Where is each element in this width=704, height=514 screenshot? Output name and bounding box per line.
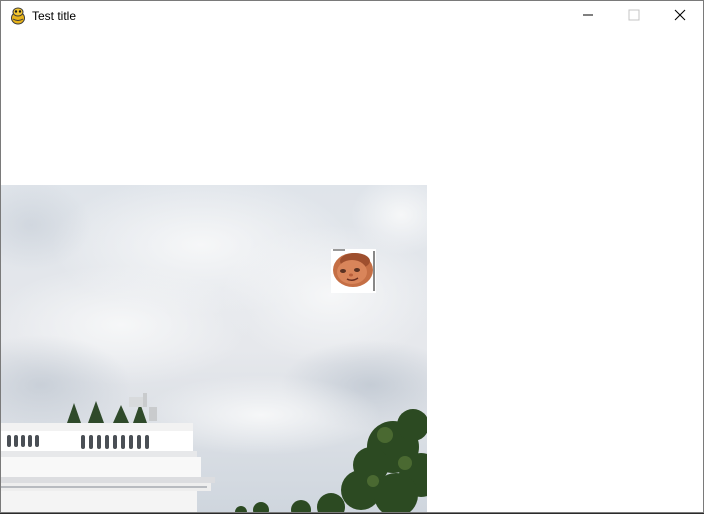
window-title: Test title xyxy=(32,9,77,23)
game-canvas[interactable] xyxy=(1,32,703,512)
maximize-button[interactable] xyxy=(611,1,657,32)
app-window: Test title xyxy=(0,0,704,513)
minimize-icon xyxy=(582,8,594,26)
background-scene-image xyxy=(1,185,427,512)
close-icon xyxy=(674,8,686,26)
maximize-icon xyxy=(628,8,640,26)
face-sprite[interactable] xyxy=(331,249,376,293)
close-button[interactable] xyxy=(657,1,703,32)
pygame-snake-icon xyxy=(10,7,26,25)
title-bar[interactable]: Test title xyxy=(1,1,703,32)
minimize-button[interactable] xyxy=(565,1,611,32)
